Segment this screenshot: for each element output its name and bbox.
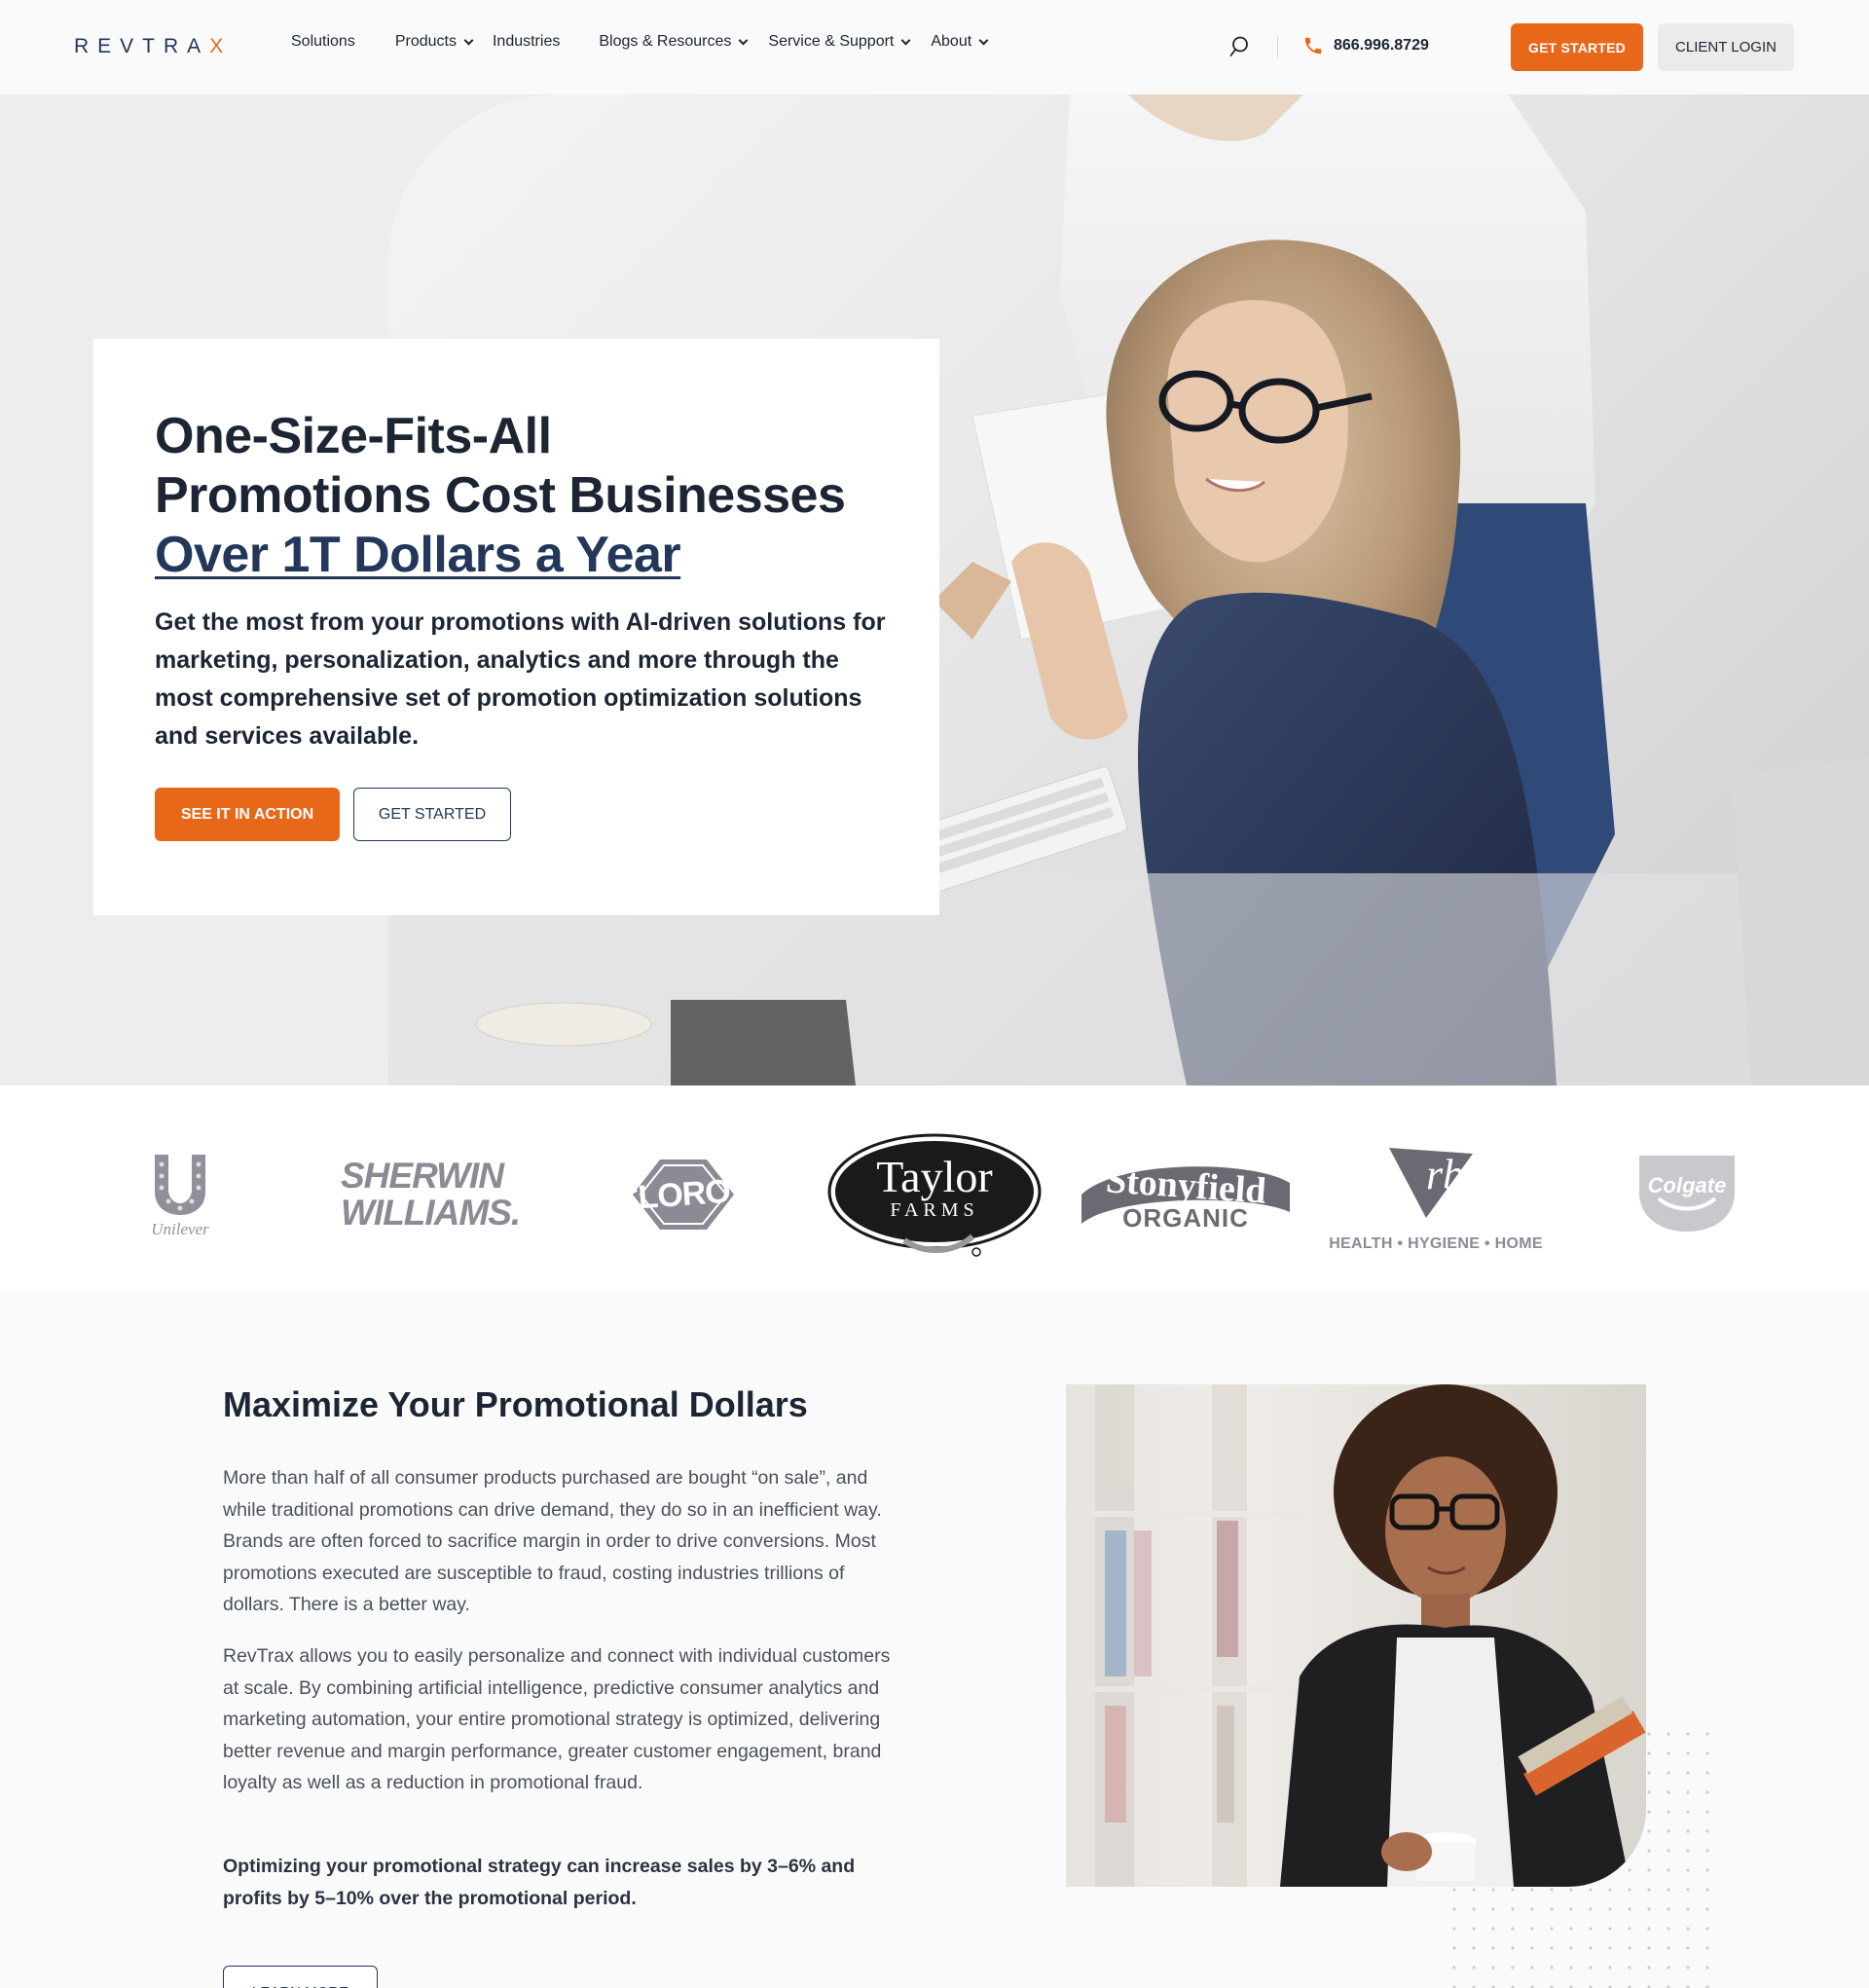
hero-get-started-button[interactable]: GET STARTED (353, 788, 511, 841)
colgate-text: Colgate (1647, 1173, 1727, 1197)
logo-text: REVTRA (74, 35, 210, 57)
nav-blogs-resources[interactable]: Blogs & Resources (599, 33, 749, 51)
maximize-section: Maximize Your Promotional Dollars More t… (0, 1292, 1869, 1988)
chevron-down-icon (738, 35, 749, 45)
unilever-text: Unilever (151, 1220, 209, 1238)
nav-label: Blogs & Resources (599, 33, 732, 50)
nav-solutions[interactable]: Solutions (291, 33, 355, 51)
nav-service-support[interactable]: Service & Support (768, 33, 911, 51)
client-login-button[interactable]: CLIENT LOGIN (1658, 23, 1794, 71)
maximize-paragraph-1: More than half of all consumer products … (223, 1467, 882, 1615)
nav-about[interactable]: About (931, 33, 989, 51)
header-divider (1277, 36, 1278, 57)
learn-more-button[interactable]: LEARN MORE (223, 1966, 378, 1988)
chevron-down-icon (900, 35, 911, 45)
hero-title-link[interactable]: Over 1T Dollars a Year (155, 526, 914, 585)
revtrax-logo[interactable]: REVTRAX (74, 35, 232, 58)
phone-number: 866.996.8729 (1334, 37, 1429, 54)
hero-card: One-Size-Fits-All Promotions Cost Busine… (93, 339, 939, 915)
see-it-in-action-button[interactable]: SEE IT IN ACTION (155, 788, 340, 841)
clorox-logo: CLOROX (613, 1154, 753, 1236)
logo-accent: X (209, 35, 233, 57)
maximize-highlight: Optimizing your promotional strategy can… (223, 1856, 856, 1909)
maximize-paragraph-2: RevTrax allows you to easily personalize… (223, 1645, 891, 1793)
hero-section: One-Size-Fits-All Promotions Cost Busine… (0, 94, 1869, 1086)
rb-tagline: HEALTH • HYGIENE • HOME (1329, 1235, 1543, 1252)
nav-products[interactable]: Products (394, 33, 474, 51)
phone-icon (1304, 37, 1322, 55)
hero-title-line1: One-Size-Fits-All (155, 408, 552, 464)
get-started-button[interactable]: GET STARTED (1511, 23, 1643, 71)
nav-industries[interactable]: Industries (493, 33, 560, 51)
hero-title-line2: Promotions Cost Businesses (155, 467, 846, 524)
main-nav: Solutions Products Industries Blogs & Re… (291, 33, 989, 51)
professional-woman-photo (1066, 1384, 1646, 1887)
nav-label: Products (394, 33, 457, 50)
rb-logo: rb HEALTH • HYGIENE • HOME (1329, 1139, 1543, 1256)
hero-title: One-Size-Fits-All Promotions Cost Busine… (155, 407, 914, 585)
unilever-u-icon (155, 1155, 205, 1215)
nav-label: Industries (492, 33, 561, 50)
hero-subtitle: Get the most from your promotions with A… (155, 608, 886, 750)
chevron-down-icon (978, 35, 989, 45)
chevron-down-icon (463, 35, 474, 45)
sherwin-line2: WILLIAMS. (341, 1193, 521, 1233)
maximize-title: Maximize Your Promotional Dollars (223, 1384, 808, 1424)
taylor-farms-logo: Taylor FARMS (826, 1131, 1043, 1258)
phone-link[interactable]: 866.996.8729 (1302, 35, 1429, 56)
client-logos-strip: Unilever SHERWIN WILLIAMS. CLOROX Taylor… (0, 1086, 1869, 1292)
sherwin-line1: SHERWIN (341, 1156, 504, 1196)
colgate-logo: Colgate (1637, 1154, 1737, 1233)
stonyfield-logo: Stonyfield ORGANIC (1078, 1156, 1294, 1243)
unilever-logo: Unilever (136, 1150, 224, 1242)
farms-text: FARMS (890, 1199, 979, 1221)
rb-text: rb (1426, 1151, 1465, 1198)
search-icon[interactable] (1229, 36, 1249, 57)
portrait-illustration (1066, 1384, 1646, 1887)
nav-label: Service & Support (768, 33, 895, 50)
nav-label: About (931, 33, 972, 50)
site-header: REVTRAX Solutions Products Industries Bl… (0, 0, 1869, 94)
taylor-text: Taylor (876, 1152, 993, 1201)
nav-label: Solutions (291, 33, 355, 50)
sherwin-williams-logo: SHERWIN WILLIAMS. (341, 1156, 526, 1233)
